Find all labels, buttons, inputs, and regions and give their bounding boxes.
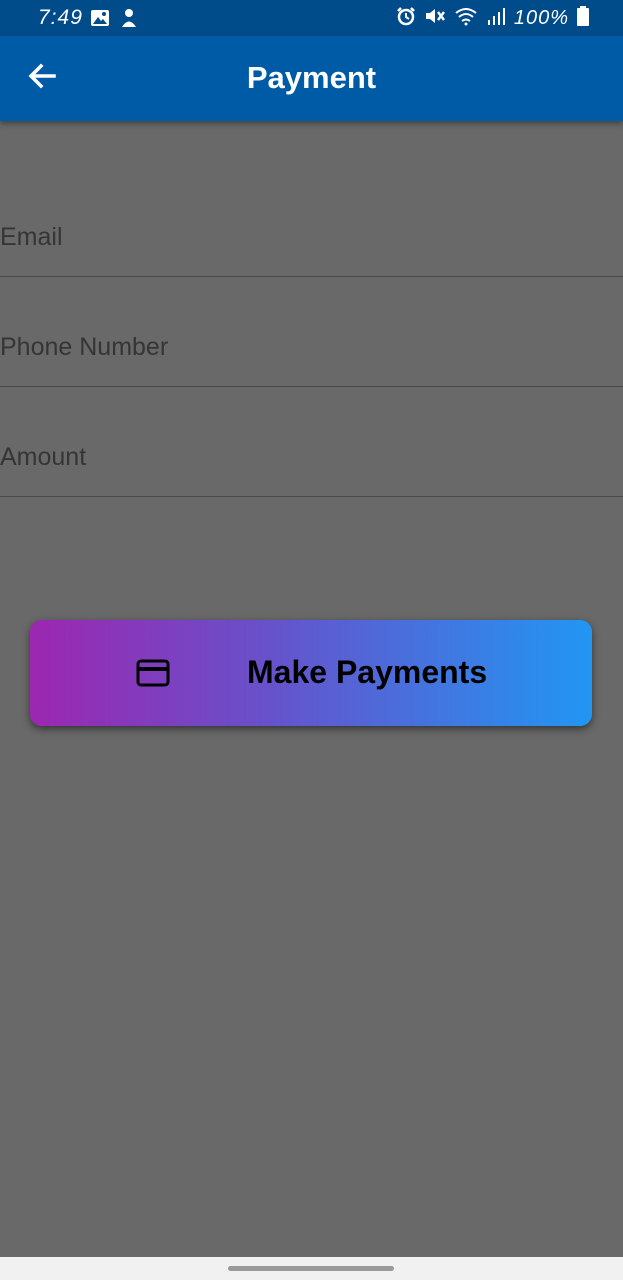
phone-field	[0, 276, 623, 387]
wifi-icon	[454, 6, 478, 31]
status-right: 100%	[396, 6, 589, 31]
battery-percent: 100%	[513, 7, 569, 29]
email-input[interactable]	[0, 223, 600, 252]
signal-icon	[486, 6, 506, 31]
phone-number-input[interactable]	[0, 333, 600, 362]
credit-card-icon	[136, 658, 170, 688]
gallery-icon	[90, 9, 110, 32]
make-payments-button[interactable]: Make Payments	[30, 620, 592, 726]
amount-field	[0, 386, 623, 497]
status-time: 7:49	[38, 6, 83, 29]
page-title: Payment	[246, 60, 377, 95]
mute-icon	[424, 6, 446, 31]
home-indicator[interactable]	[228, 1266, 394, 1271]
amount-input[interactable]	[0, 443, 600, 472]
make-payments-label: Make Payments	[247, 654, 488, 690]
navigation-bar	[0, 1257, 623, 1280]
battery-icon	[577, 6, 589, 31]
status-left-icons	[90, 8, 138, 33]
person-icon	[120, 8, 138, 33]
email-field	[0, 166, 623, 277]
alarm-icon	[396, 6, 416, 31]
status-bar: 7:49 100%	[0, 0, 623, 36]
app-bar: Payment	[0, 36, 623, 121]
